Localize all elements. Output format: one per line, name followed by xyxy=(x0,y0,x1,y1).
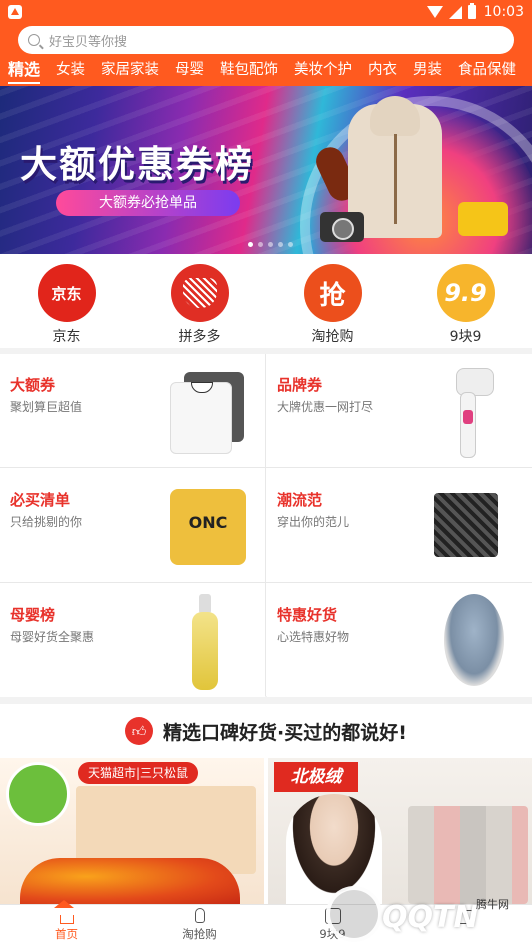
promo-banner[interactable]: 大额优惠券榜 大额券必抢单品 xyxy=(0,86,532,254)
grid-divider xyxy=(0,467,532,468)
grid-cell-must-buy[interactable]: 必买清单 只给挑剔的你 ONC xyxy=(0,469,265,582)
grid-cell-trend[interactable]: 潮流范 穿出你的范儿 xyxy=(267,469,532,582)
search-placeholder: 好宝贝等你搜 xyxy=(49,34,128,50)
quick-entry-label: 淘抢购 xyxy=(311,329,354,345)
fashion-model-image xyxy=(444,594,504,686)
quick-entry-label: 京东 xyxy=(52,329,81,345)
grid-cell-special-deals[interactable]: 特惠好货 心选特惠好物 xyxy=(267,584,532,697)
tab-label: 首页 xyxy=(55,927,78,941)
app-notification-icon xyxy=(8,5,22,19)
pager-dot xyxy=(268,242,273,247)
thermometer-image xyxy=(446,368,494,458)
quick-entry-nine-nine[interactable]: 9.9 9块9 xyxy=(399,254,532,348)
cell-subtitle: 心选特惠好物 xyxy=(277,630,350,644)
cell-subtitle: 母婴好货全聚惠 xyxy=(10,630,95,644)
jd-logo-icon: 京东 xyxy=(37,264,96,322)
squirrel-brand-logo xyxy=(6,762,70,826)
pager-dot xyxy=(258,242,263,247)
cell-title: 特惠好货 xyxy=(277,606,338,624)
status-bar: 10:03 xyxy=(0,0,532,24)
category-tab-featured[interactable]: 精选 xyxy=(0,58,48,84)
category-tab-women[interactable]: 女装 xyxy=(48,58,93,84)
cell-subtitle: 大牌优惠一网打尽 xyxy=(277,400,374,414)
grid-divider xyxy=(265,354,266,696)
tab-taoqianggou[interactable]: 淘抢购 xyxy=(133,905,266,944)
tshirt-image xyxy=(170,372,244,454)
status-time: 10:03 xyxy=(483,4,524,20)
cell-subtitle: 聚划算巨超值 xyxy=(10,400,83,414)
quick-entry-taoqianggou[interactable]: 抢 淘抢购 xyxy=(266,254,399,348)
taoqianggou-logo-icon: 抢 xyxy=(303,264,362,322)
cell-title: 母婴榜 xyxy=(10,606,56,624)
battery-icon xyxy=(467,3,476,19)
banner-title: 大额优惠券榜 xyxy=(20,143,254,186)
section-title: 精选口碑好货·买过的都说好! xyxy=(163,721,407,744)
home-icon xyxy=(59,915,74,924)
pager-dot xyxy=(288,242,293,247)
signal-icon xyxy=(448,5,462,19)
nine-nine-logo-text: 9.9 xyxy=(444,279,487,307)
grid-cell-big-coupon[interactable]: 大额券 聚划算巨超值 xyxy=(0,354,265,467)
feature-grid: 大额券 聚划算巨超值 品牌券 大牌优惠一网打尽 必买清单 只给挑剔的你 ONC … xyxy=(0,354,532,697)
grid-cell-baby-rank[interactable]: 母婴榜 母婴好货全聚惠 xyxy=(0,584,265,697)
brand-logo: 北极绒 xyxy=(274,762,358,792)
header: 10:03 好宝贝等你搜 精选 女装 家居家装 母婴 鞋包配饰 美妆个护 内衣 … xyxy=(0,0,532,86)
grid-divider xyxy=(0,582,532,583)
yellow-shirt-image: ONC xyxy=(170,489,246,565)
camera-image xyxy=(320,212,364,242)
watermark-logo: QQTN 腾牛网 xyxy=(326,880,532,944)
thumbs-up-icon: 👍︎ xyxy=(125,717,154,745)
taoqianggou-logo-text: 抢 xyxy=(319,280,346,311)
wifi-icon xyxy=(426,6,443,18)
jd-logo-text: 京东 xyxy=(51,284,82,303)
pager-dot xyxy=(278,242,283,247)
heart-icon xyxy=(182,278,217,308)
tab-home[interactable]: 首页 xyxy=(0,905,133,944)
search-bar[interactable]: 好宝贝等你搜 xyxy=(18,26,514,54)
category-tabs: 精选 女装 家居家装 母婴 鞋包配饰 美妆个护 内衣 男装 食品保健 xyxy=(0,58,524,84)
section-header: 👍︎ 精选口碑好货·买过的都说好! xyxy=(0,704,532,758)
pinduoduo-logo-icon xyxy=(170,264,229,322)
cell-title: 品牌券 xyxy=(277,376,323,394)
nine-nine-logo-icon: 9.9 xyxy=(436,264,495,322)
banner-subtitle: 大额券必抢单品 xyxy=(56,190,240,216)
app-screen: 10:03 好宝贝等你搜 精选 女装 家居家装 母婴 鞋包配饰 美妆个护 内衣 … xyxy=(0,0,532,944)
watermark-site-name: 腾牛网 xyxy=(476,898,509,911)
search-icon xyxy=(28,34,40,46)
pager-dot xyxy=(248,242,253,247)
category-tab-baby[interactable]: 母婴 xyxy=(167,58,212,84)
category-tab-beauty[interactable]: 美妆个护 xyxy=(286,58,360,84)
promo-tag: 天猫超市|三只松鼠 xyxy=(78,762,199,784)
cell-title: 大额券 xyxy=(10,376,56,394)
category-tab-food[interactable]: 食品保健 xyxy=(450,58,524,84)
quick-entry-pinduoduo[interactable]: 拼多多 xyxy=(133,254,266,348)
hand-tap-icon xyxy=(194,908,205,923)
watermark-circle xyxy=(326,886,382,942)
category-tab-shoes-bags[interactable]: 鞋包配饰 xyxy=(212,58,286,84)
quick-entry-label: 拼多多 xyxy=(178,329,221,345)
category-tab-men[interactable]: 男装 xyxy=(405,58,450,84)
shorts-image xyxy=(434,493,498,557)
cell-title: 潮流范 xyxy=(277,491,323,509)
tab-label: 淘抢购 xyxy=(182,927,217,941)
watermark-text: QQTN xyxy=(382,900,479,935)
quick-entry-label: 9块9 xyxy=(449,329,482,345)
cell-subtitle: 穿出你的范儿 xyxy=(277,515,350,529)
quick-entry-jd[interactable]: 京东 京东 xyxy=(0,254,133,348)
promo-card-snacks[interactable]: 天猫超市|三只松鼠 xyxy=(0,758,264,904)
cell-subtitle: 只给挑剔的你 xyxy=(10,515,83,529)
oil-bottle-image xyxy=(190,594,220,690)
quick-entry-row: 京东 京东 拼多多 抢 淘抢购 9.9 9块9 xyxy=(0,254,532,348)
chair-image xyxy=(458,202,508,236)
category-tab-home[interactable]: 家居家装 xyxy=(93,58,167,84)
dried-fruit-image xyxy=(20,858,240,904)
cell-title: 必买清单 xyxy=(10,491,71,509)
banner-pager-dots xyxy=(248,242,293,247)
category-tab-underwear[interactable]: 内衣 xyxy=(360,58,405,84)
